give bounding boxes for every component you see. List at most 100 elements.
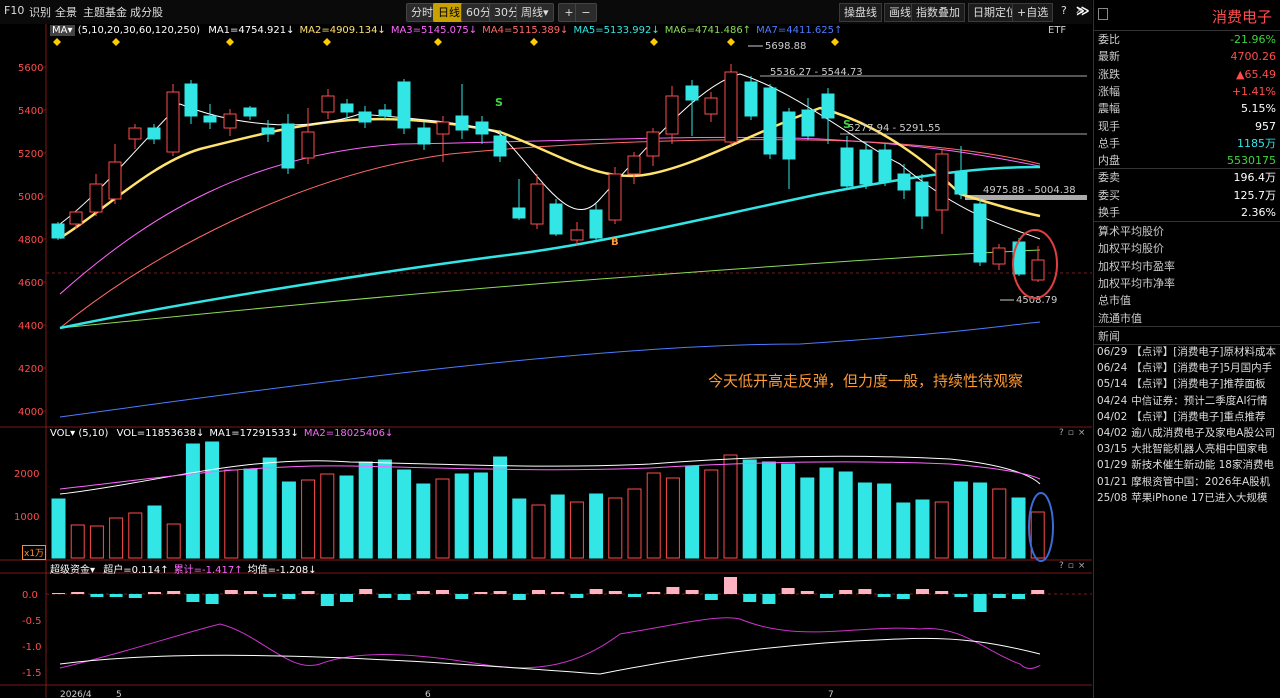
trade-line-menu[interactable]: 操盘线 <box>839 3 882 22</box>
volume-bar <box>550 494 565 559</box>
news-item[interactable]: 04/02 【点评】[消费电子]重点推荐 <box>1097 409 1280 425</box>
fund-bar <box>589 589 603 594</box>
candle-body <box>744 81 758 117</box>
quote-row: 委比 -21.96% <box>1098 31 1276 48</box>
ma-selector[interactable]: MA▾ <box>50 25 75 36</box>
quote-header: 消费电子 <box>1094 0 1280 31</box>
news-item[interactable]: 06/24 【点评】[消费电子]5月国内手 <box>1097 360 1280 376</box>
volume-bar <box>819 467 834 559</box>
news-item[interactable]: 01/21 摩根资管中国：2026年A股机 <box>1097 474 1280 490</box>
news-item[interactable]: 04/02 逾八成消费电子及家电A股公司 <box>1097 425 1280 441</box>
help-icon[interactable]: ? <box>1059 428 1068 438</box>
help-icon[interactable]: ? <box>1059 561 1068 571</box>
vol-selector[interactable]: VOL▾ <box>50 428 75 439</box>
vol-axis-label: 1000 <box>14 512 39 523</box>
fund-bar <box>551 592 565 594</box>
candle-body <box>89 183 103 213</box>
vol-values: VOL=11853638↓ MA1=17291533↓ MA2=18025406↓ <box>112 428 394 439</box>
panorama-button[interactable]: 全景 <box>55 4 77 20</box>
identify-button[interactable]: 识别 <box>29 4 51 20</box>
date-label-apr: 2026/4 <box>60 690 92 698</box>
quote-label: 涨幅 <box>1098 84 1120 98</box>
fund-bar <box>724 577 737 594</box>
news-headline: 新技术催生新动能 18家消费电 <box>1131 459 1274 472</box>
fund-bar <box>128 594 142 598</box>
fund-bar <box>416 591 430 594</box>
candle-body <box>992 247 1006 265</box>
vol-axis-label: 2000 <box>14 469 39 480</box>
fund-selector[interactable]: 超级资金▾ <box>50 565 95 576</box>
close-icon[interactable]: × <box>1078 561 1090 571</box>
news-headline: 【点评】[消费电子]原材料成本 <box>1131 346 1276 358</box>
fund-bar <box>512 594 526 600</box>
fund-panel-controls[interactable]: ?▫× <box>1059 561 1089 571</box>
quote-row: 委买 125.7万 <box>1098 187 1276 204</box>
help-icon[interactable]: ? <box>1061 4 1067 17</box>
candle-body <box>301 131 315 159</box>
f10-button[interactable]: F10 <box>4 4 24 17</box>
sell-signal-2: S <box>843 118 851 131</box>
legend-item: MA5=5133.992↓ <box>573 25 660 36</box>
candle-body <box>321 95 335 113</box>
kline-chart[interactable]: 5600 5400 5200 5000 4800 4600 4400 4200 4000 569… <box>0 24 1092 698</box>
constituents-button[interactable]: 成分股 <box>130 4 163 20</box>
close-icon[interactable]: × <box>1078 428 1090 438</box>
price-axis: 5600 5400 5200 5000 4800 4600 4400 4200 4000 <box>18 63 46 418</box>
candle-body <box>801 109 815 137</box>
vol-params: (5,10) <box>78 428 109 439</box>
quote-label: 涨跌 <box>1098 67 1120 81</box>
legend-item: MA3=5145.075↓ <box>390 25 478 36</box>
quote-value: 957 <box>1255 119 1276 133</box>
news-item[interactable]: 05/14 【点评】[消费电子]推荐面板 <box>1097 376 1280 392</box>
zoom-out-button[interactable]: − <box>575 3 597 22</box>
fund-bar <box>743 594 757 602</box>
fund-bar <box>781 588 795 594</box>
volume-bar <box>800 477 815 559</box>
fund-bar <box>148 592 161 594</box>
fund-axis-label: 0.0 <box>22 590 38 601</box>
volume-axis: 2000 1000 <box>14 469 39 523</box>
candle-body <box>897 173 911 191</box>
stat-label: 算术平均股价 <box>1098 225 1164 238</box>
fund-bar <box>186 594 200 602</box>
news-headline: 中信证券：预计二季度AI行情 <box>1131 394 1268 407</box>
quote-value: 125.7万 <box>1233 188 1277 202</box>
news-date: 01/29 <box>1097 459 1128 472</box>
period-tab-weekly[interactable]: 周线▾ <box>516 3 554 22</box>
legend-item: MA4=5115.389↓ <box>482 25 569 36</box>
fund-bar <box>628 594 641 597</box>
maximize-icon[interactable]: ▫ <box>1068 428 1078 438</box>
fund-bar <box>378 594 392 598</box>
news-item[interactable]: 06/29 【点评】[消费电子]原材料成本 <box>1097 344 1280 360</box>
vol-panel-controls[interactable]: ?▫× <box>1059 428 1089 438</box>
news-headline: 苹果iPhone 17已进入大规模 <box>1131 491 1268 504</box>
candle-body <box>358 111 372 123</box>
fund-bar <box>436 590 449 594</box>
news-item[interactable]: 03/15 大批智能机器人亮相中国家电 <box>1097 441 1280 457</box>
theme-fund-button[interactable]: 主题基金 <box>83 4 127 20</box>
news-headline: 摩根资管中国：2026年A股机 <box>1131 475 1271 488</box>
candle-body <box>51 223 65 239</box>
legend-item: MA1=4754.921↓ <box>208 25 295 36</box>
fund-average-line <box>59 637 1041 675</box>
volume-bar <box>992 488 1007 559</box>
collapse-icon[interactable] <box>1098 8 1108 20</box>
volume-bar <box>339 475 354 559</box>
maximize-icon[interactable]: ▫ <box>1068 561 1078 571</box>
add-watchlist-button[interactable]: +自选 <box>1012 3 1054 22</box>
fund-bar <box>800 591 814 594</box>
news-item[interactable]: 01/29 新技术催生新动能 18家消费电 <box>1097 457 1280 473</box>
high-label: 5698.88 <box>765 41 806 52</box>
news-item[interactable]: 25/08 苹果iPhone 17已进入大规模 <box>1097 490 1280 506</box>
news-date: 04/24 <box>1097 394 1128 407</box>
quote-row: 涨跌 ▲65.49 <box>1098 66 1276 83</box>
news-item[interactable]: 04/24 中信证券：预计二季度AI行情 <box>1097 393 1280 409</box>
quote-label: 现手 <box>1098 119 1120 133</box>
price-axis-label: 4800 <box>18 235 43 246</box>
divider <box>1094 221 1280 222</box>
collapse-panel-icon[interactable]: ≫ <box>1076 4 1090 19</box>
fund-axis-label: -1.5 <box>22 668 42 679</box>
index-overlay-menu[interactable]: 指数叠加 <box>911 3 965 22</box>
quote-row: 最新 4700.26 <box>1098 48 1276 65</box>
candle-body <box>627 155 641 175</box>
